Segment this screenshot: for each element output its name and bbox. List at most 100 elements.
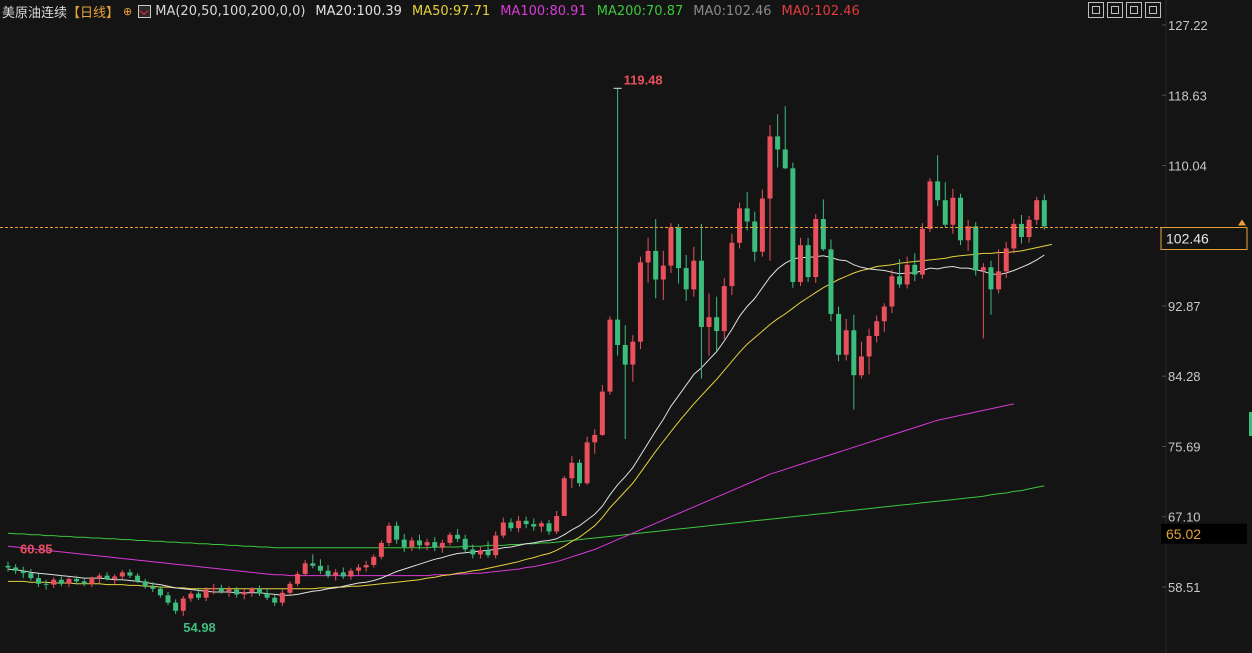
- candle: [1034, 196, 1040, 225]
- candle: [112, 573, 118, 584]
- candle: [241, 589, 247, 600]
- candle: [1011, 219, 1017, 254]
- candle: [295, 571, 301, 587]
- candle: [805, 237, 811, 282]
- axis-tick-label: 84.28: [1168, 369, 1201, 384]
- candle-body: [942, 200, 948, 225]
- moving-average-lines: [7, 243, 1053, 596]
- candle-body: [81, 581, 87, 584]
- candle: [676, 223, 682, 284]
- candle: [188, 591, 194, 602]
- current-price-label: 102.46: [1166, 231, 1209, 247]
- candle: [523, 516, 529, 529]
- chart-toolbar: [1088, 2, 1161, 18]
- candle-body: [523, 520, 529, 525]
- candle: [813, 214, 819, 283]
- candle: [432, 537, 438, 552]
- candle-body: [226, 589, 232, 592]
- candle-body: [843, 330, 849, 355]
- candle-body: [577, 462, 582, 484]
- candle-body: [897, 276, 903, 285]
- candle-body: [74, 578, 80, 582]
- candle: [584, 436, 590, 485]
- candle-body: [394, 525, 400, 540]
- candle-body: [119, 572, 125, 577]
- candle-body: [1018, 223, 1024, 238]
- ma20-line: [7, 254, 1045, 596]
- ma100-value: MA100:80.91: [500, 3, 587, 19]
- candle-body: [378, 542, 384, 557]
- candle-body: [432, 542, 438, 548]
- candle-body: [104, 575, 110, 579]
- candle: [752, 211, 758, 262]
- candle: [416, 534, 422, 550]
- layout-split-icon[interactable]: [1107, 2, 1123, 18]
- candle-body: [599, 391, 605, 435]
- candle-body: [279, 592, 285, 603]
- axis-tick-label: 67.10: [1168, 510, 1201, 525]
- candle-body: [866, 335, 872, 357]
- candle-body: [96, 575, 102, 579]
- candle-body: [790, 168, 796, 282]
- candle: [988, 260, 994, 315]
- candle: [721, 277, 727, 340]
- candle-body: [607, 319, 613, 392]
- candle-body: [142, 581, 148, 587]
- candle: [127, 569, 133, 579]
- candle-body: [935, 181, 941, 201]
- candle: [516, 515, 522, 533]
- candle-body: [462, 538, 468, 550]
- candle-body: [439, 542, 445, 548]
- instrument-title[interactable]: 美原油连续: [0, 2, 67, 21]
- candle-body: [622, 344, 628, 365]
- candle: [1018, 214, 1024, 244]
- candle-body: [775, 136, 781, 150]
- candle-body: [401, 539, 407, 548]
- layout-panel-icon[interactable]: [1126, 2, 1142, 18]
- candle: [386, 522, 392, 547]
- candle-body: [302, 563, 308, 574]
- candles-group: [5, 88, 1047, 616]
- candle: [66, 577, 72, 588]
- candle: [797, 237, 803, 287]
- period-selector[interactable]: 【日线】: [67, 2, 119, 21]
- candle-body: [561, 478, 567, 516]
- candle-body: [1026, 219, 1032, 238]
- candle-body: [249, 588, 255, 592]
- ma50-value: MA50:97.71: [411, 3, 491, 19]
- candle: [546, 520, 552, 535]
- price-arrow-icon: [1238, 219, 1246, 226]
- candle-body: [256, 588, 262, 594]
- candle-body: [218, 587, 224, 592]
- layout-grid-icon[interactable]: [1088, 2, 1104, 18]
- ma-parameters[interactable]: MA(20,50,100,200,0,0): [155, 4, 305, 19]
- candle-body: [729, 242, 735, 287]
- candle: [828, 239, 834, 322]
- candle-body: [950, 197, 956, 225]
- candle-body: [477, 550, 483, 555]
- candlestick-chart[interactable]: 127.22 118.63 110.04 92.87 84.28 75.69 67.10 58…: [0, 0, 1252, 653]
- crosshair-settings-icon[interactable]: ⊕: [123, 5, 132, 18]
- candle: [881, 303, 887, 332]
- candle-body: [317, 565, 323, 571]
- candle: [569, 456, 575, 489]
- chart-panel[interactable]: 127.22 118.63 110.04 92.87 84.28 75.69 67.10 58…: [0, 0, 1252, 653]
- candle-body: [676, 227, 682, 269]
- candle-body: [1041, 200, 1047, 227]
- candle-body: [13, 567, 19, 571]
- candle-body: [797, 245, 803, 282]
- candle-body: [889, 276, 895, 307]
- candle-body: [455, 534, 461, 539]
- candle: [538, 520, 544, 533]
- candle-body: [653, 250, 659, 280]
- candle-body: [66, 578, 72, 584]
- play-icon[interactable]: [1145, 2, 1161, 18]
- ma20-value: MA20:100.39: [315, 3, 402, 19]
- indicator-settings-icon[interactable]: [138, 4, 152, 18]
- candle-body: [409, 540, 415, 548]
- candle-body: [43, 583, 49, 585]
- candle: [1026, 215, 1032, 243]
- candle: [173, 599, 179, 615]
- candle-body: [325, 570, 331, 576]
- candle: [767, 124, 773, 261]
